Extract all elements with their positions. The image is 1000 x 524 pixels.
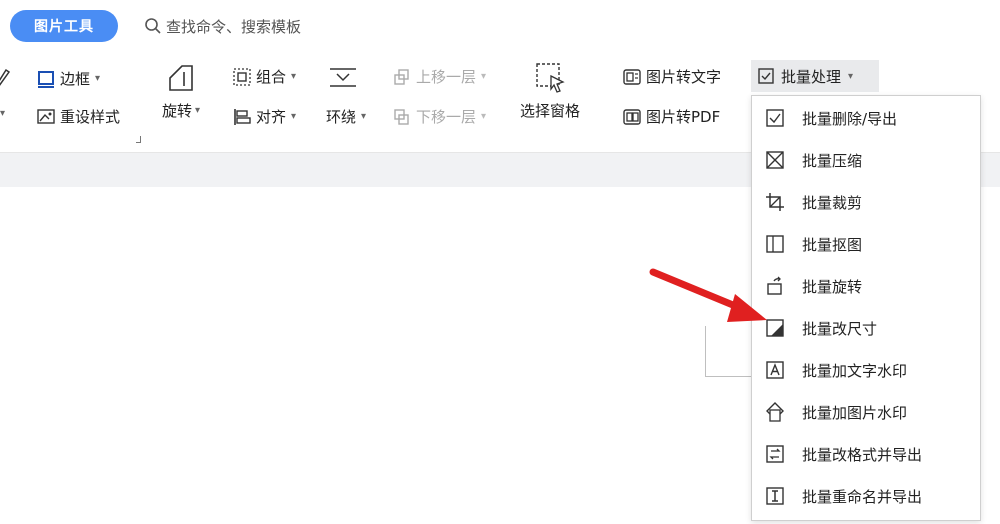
bring-forward-label: 上移一层	[416, 68, 477, 86]
menu-item-batch-crop[interactable]: 批量裁剪	[752, 181, 980, 223]
caret-icon[interactable]: ▾	[0, 108, 5, 119]
image-to-pdf-button[interactable]: 图片转PDF	[622, 106, 720, 127]
menu-item-label: 批量加文字水印	[802, 361, 908, 380]
bring-forward-icon	[394, 68, 409, 85]
group-launcher-icon[interactable]	[136, 136, 141, 143]
menu-item-batch-rename-export[interactable]: 批量重命名并导出	[752, 475, 980, 517]
crop-icon	[766, 193, 784, 211]
batch-process-button[interactable]: 批量处理 ▾	[751, 60, 879, 92]
dropdown-caret-icon: ▾	[481, 111, 487, 122]
text-wrap-icon	[330, 68, 356, 87]
image-to-text-button[interactable]: 图片转文字	[622, 66, 721, 87]
rotate-button[interactable]: 旋转 ▾	[162, 60, 200, 121]
dropdown-caret-icon: ▾	[481, 71, 487, 82]
menu-item-label: 批量抠图	[802, 235, 863, 254]
reset-style-icon	[37, 108, 55, 124]
menu-item-label: 批量改格式并导出	[802, 445, 923, 464]
tab-bar: 图片工具 查找命令、搜索模板	[0, 0, 1000, 52]
selection-pane-button[interactable]: 选择窗格	[520, 60, 580, 121]
group-icon	[233, 67, 251, 86]
dropdown-caret-icon: ▾	[848, 70, 854, 82]
border-button[interactable]: 边框 ▾	[36, 68, 100, 89]
text-watermark-icon	[766, 361, 784, 379]
checkbox-icon	[766, 109, 784, 127]
reset-style-label: 重设样式	[60, 108, 121, 126]
send-backward-button[interactable]: 下移一层 ▾	[392, 106, 486, 127]
rename-export-icon	[766, 487, 784, 505]
align-label: 对齐	[256, 108, 287, 126]
image-to-pdf-icon	[623, 108, 641, 125]
image-to-text-label: 图片转文字	[646, 68, 722, 86]
dropdown-caret-icon: ▾	[95, 73, 101, 84]
menu-item-batch-text-watermark[interactable]: 批量加文字水印	[752, 349, 980, 391]
dropdown-caret-icon: ▾	[291, 111, 297, 122]
dropdown-caret-icon: ▾	[195, 105, 201, 116]
send-backward-icon	[394, 108, 409, 125]
menu-item-batch-delete-export[interactable]: 批量删除/导出	[752, 97, 980, 139]
cutout-icon	[766, 235, 784, 253]
dropdown-caret-icon: ▾	[291, 71, 297, 82]
picture-tools-tab[interactable]: 图片工具	[10, 10, 118, 42]
menu-item-label: 批量旋转	[802, 277, 863, 296]
image-selection-corner[interactable]	[705, 326, 754, 377]
menu-item-label: 批量改尺寸	[802, 319, 878, 338]
command-search[interactable]: 查找命令、搜索模板	[144, 14, 301, 38]
menu-item-label: 批量重命名并导出	[802, 487, 923, 506]
menu-item-batch-image-watermark[interactable]: 批量加图片水印	[752, 391, 980, 433]
border-label: 边框	[60, 70, 91, 88]
send-backward-label: 下移一层	[416, 108, 477, 126]
checkbox-icon	[758, 68, 774, 84]
image-to-pdf-label: 图片转PDF	[646, 108, 721, 126]
menu-item-batch-compress[interactable]: 批量压缩	[752, 139, 980, 181]
menu-item-label: 批量加图片水印	[802, 403, 908, 422]
selection-pane-label: 选择窗格	[520, 102, 581, 120]
rotate-label: 旋转	[162, 102, 193, 120]
align-button[interactable]: 对齐 ▾	[232, 106, 296, 127]
border-icon	[38, 70, 54, 88]
search-text: 查找命令、搜索模板	[166, 17, 302, 36]
bring-forward-button[interactable]: 上移一层 ▾	[392, 66, 486, 87]
red-pointer-arrow-icon	[649, 268, 767, 322]
search-icon	[145, 18, 161, 34]
dropdown-caret-icon: ▾	[361, 111, 367, 122]
image-to-text-icon	[623, 68, 641, 85]
wrap-button[interactable]: 环绕 ▾	[326, 106, 366, 127]
selection-pane-icon	[536, 63, 565, 93]
menu-item-batch-format-export[interactable]: 批量改格式并导出	[752, 433, 980, 475]
menu-item-batch-resize[interactable]: 批量改尺寸	[752, 307, 980, 349]
reset-style-button[interactable]: 重设样式	[36, 106, 120, 127]
group-button[interactable]: 组合 ▾	[232, 66, 296, 87]
wrap-icon-button[interactable]	[326, 66, 360, 90]
batch-process-label: 批量处理	[781, 67, 842, 86]
group-label: 组合	[256, 68, 287, 86]
align-icon	[234, 108, 251, 125]
rotate-icon	[169, 65, 193, 91]
menu-item-batch-rotate[interactable]: 批量旋转	[752, 265, 980, 307]
edit-icon[interactable]	[0, 66, 10, 88]
image-watermark-icon	[766, 402, 784, 422]
menu-item-label: 批量压缩	[802, 151, 863, 170]
menu-item-batch-cutout[interactable]: 批量抠图	[752, 223, 980, 265]
menu-item-label: 批量删除/导出	[802, 109, 898, 128]
wrap-label: 环绕	[326, 108, 357, 126]
compress-icon	[766, 151, 784, 169]
batch-process-menu: 批量删除/导出 批量压缩 批量裁剪 批量抠图 批量旋转 批量改尺寸 批量加文字水…	[751, 95, 981, 521]
menu-item-label: 批量裁剪	[802, 193, 863, 212]
format-export-icon	[766, 445, 784, 463]
